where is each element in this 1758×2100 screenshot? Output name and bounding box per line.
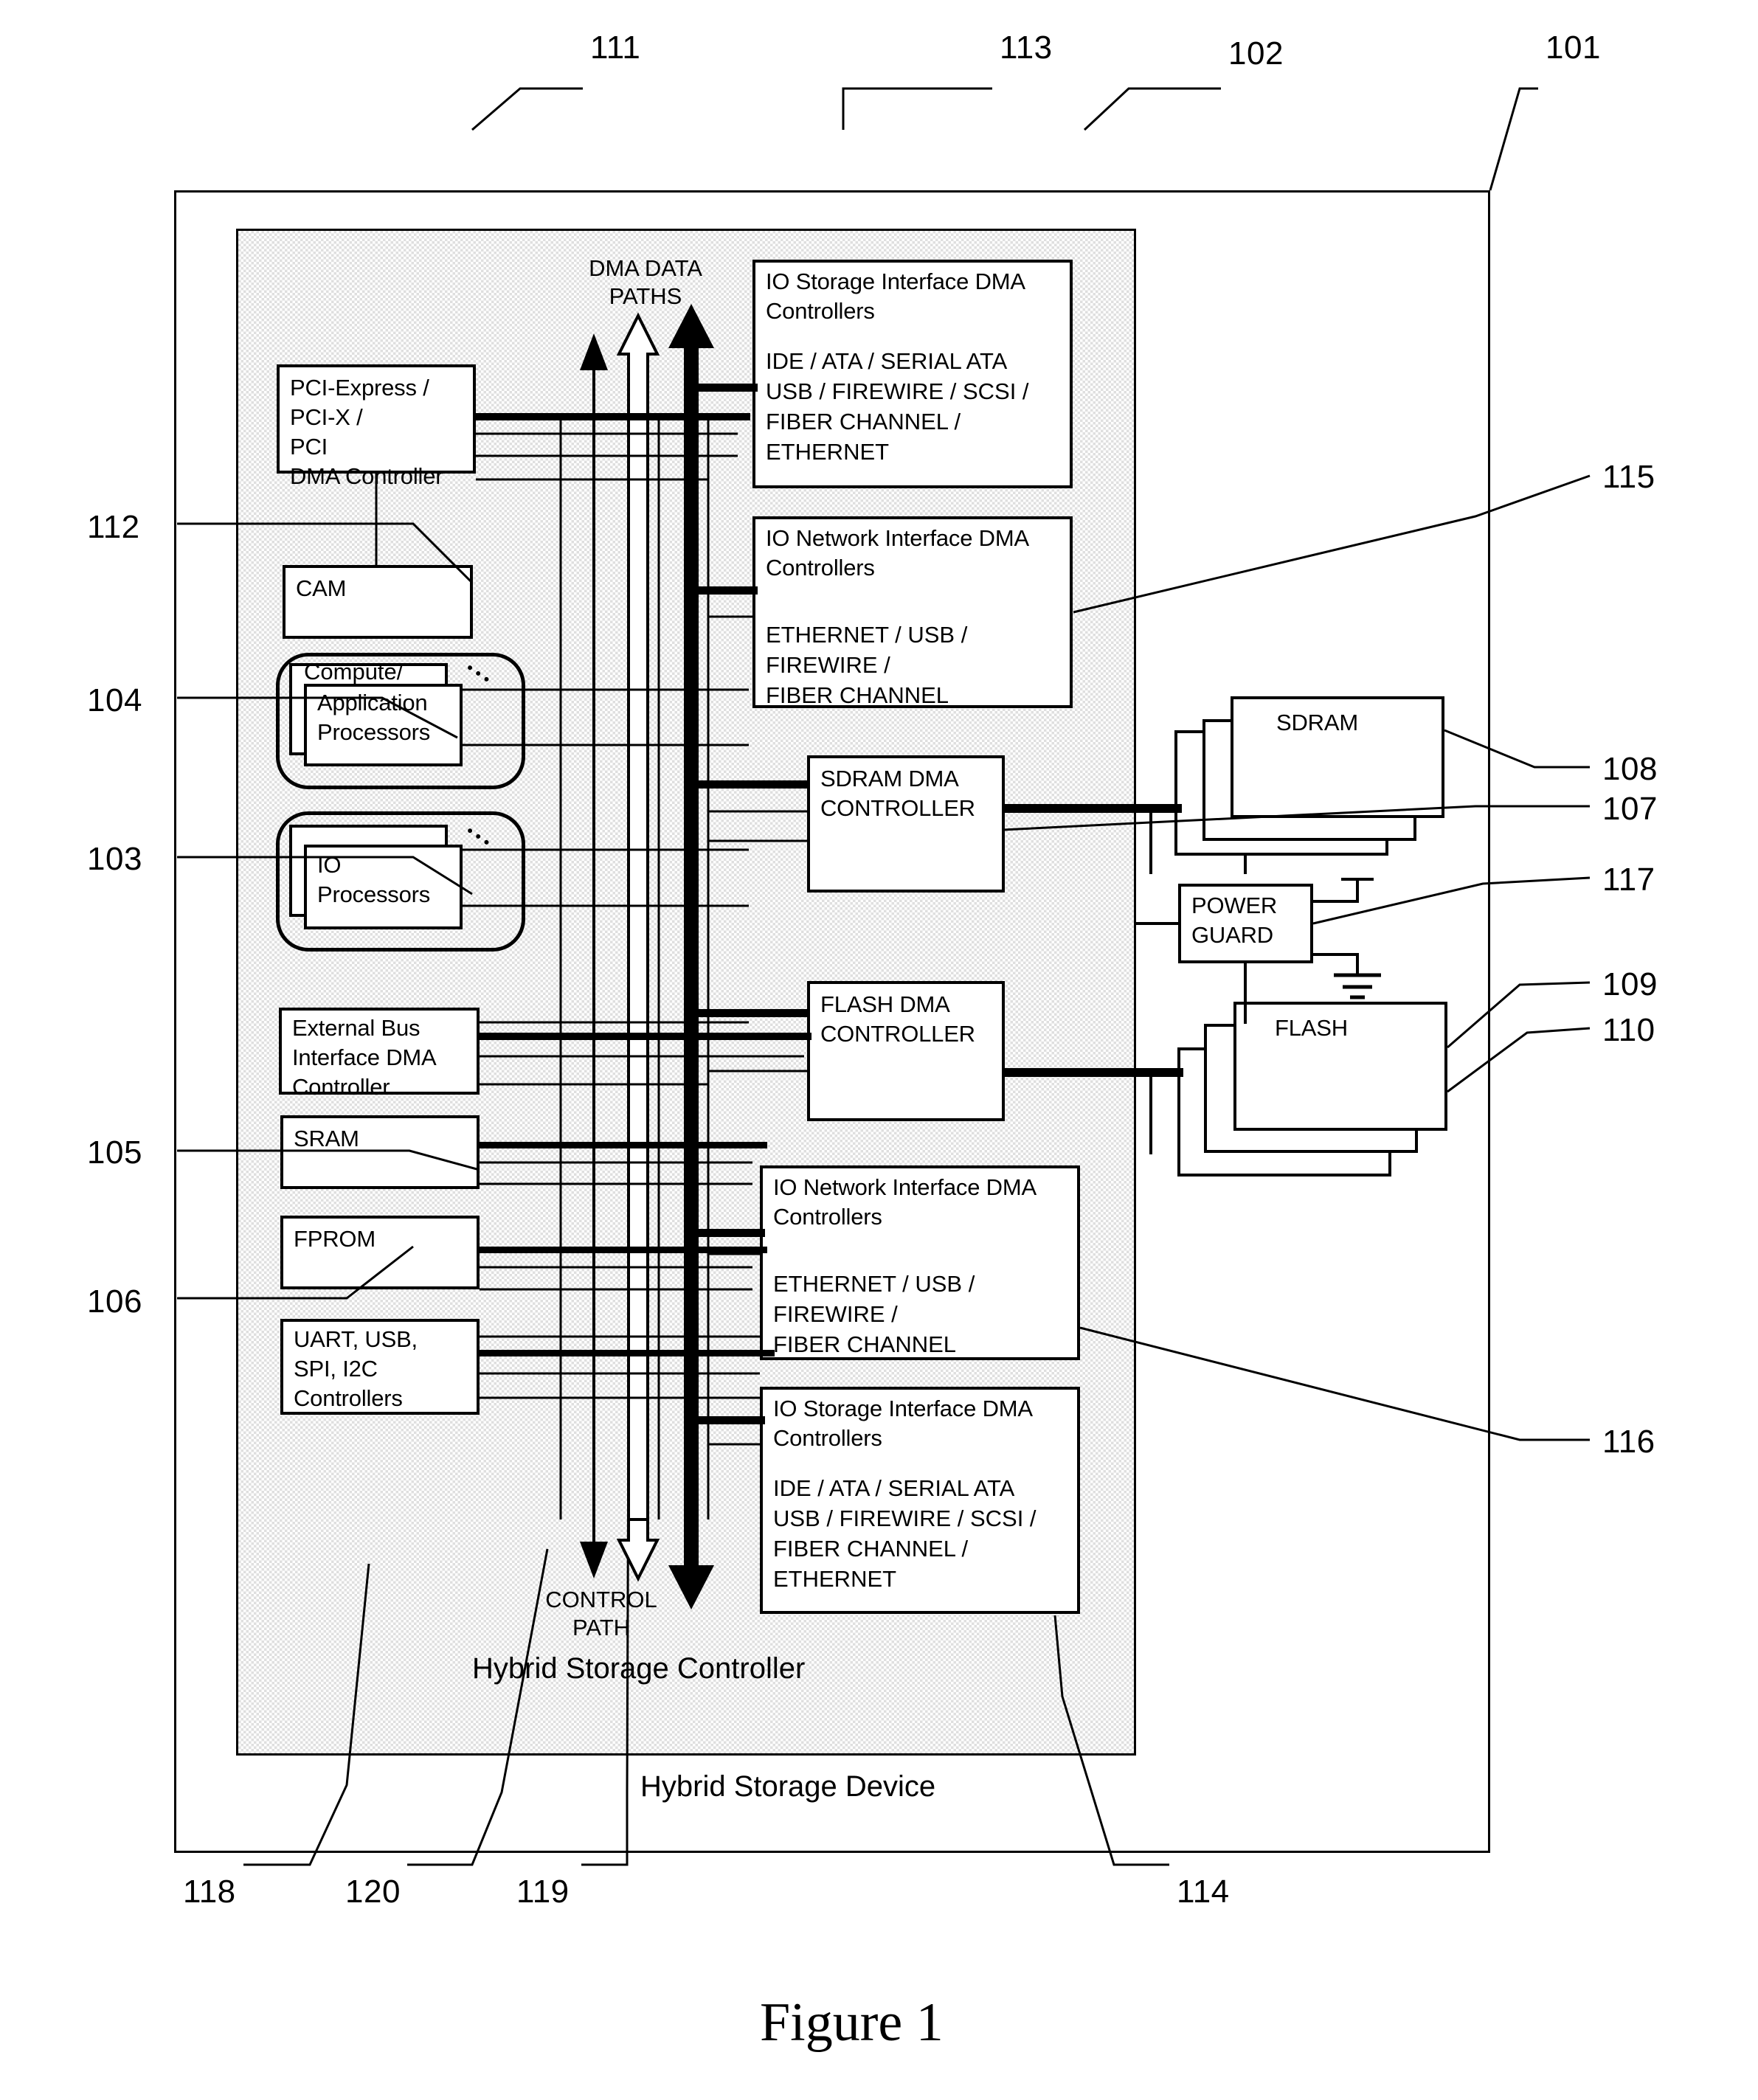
ref-115: 115 <box>1602 459 1655 495</box>
ref-113: 113 <box>1000 30 1053 66</box>
power-guard-block[interactable]: POWER GUARD <box>1178 884 1313 963</box>
compute-processors-label: Application Processors <box>317 690 431 745</box>
io-storage-interface-dma-top-title: IO Storage Interface DMA Controllers <box>766 268 1025 324</box>
sdram-block[interactable]: SDRAM <box>1231 696 1444 818</box>
ref-111: 111 <box>590 30 641 66</box>
ref-101: 101 <box>1546 30 1601 66</box>
compute-processors-top-label: Compute/ <box>304 659 404 685</box>
ref-105: 105 <box>87 1134 142 1171</box>
io-storage-interface-dma-bottom-block[interactable]: IO Storage Interface DMA Controllers IDE… <box>760 1387 1080 1614</box>
hybrid-storage-device-title: Hybrid Storage Device <box>640 1770 936 1803</box>
ref-117: 117 <box>1602 862 1655 898</box>
figure-caption: Figure 1 <box>760 1992 944 2053</box>
ref-114: 114 <box>1177 1874 1230 1910</box>
ref-118: 118 <box>183 1874 236 1910</box>
flash-block[interactable]: FLASH <box>1233 1002 1447 1131</box>
ref-103: 103 <box>87 841 142 877</box>
dma-data-paths-label: DMA DATA PATHS <box>589 255 702 309</box>
io-storage-interface-dma-bottom-detail: IDE / ATA / SERIAL ATA USB / FIREWIRE / … <box>773 1475 1037 1592</box>
compute-processors-block[interactable]: Application Processors <box>304 684 463 766</box>
io-storage-interface-dma-top-detail: IDE / ATA / SERIAL ATA USB / FIREWIRE / … <box>766 348 1029 465</box>
io-network-interface-dma-bottom-block[interactable]: IO Network Interface DMA Controllers ETH… <box>760 1165 1080 1360</box>
ref-102: 102 <box>1228 35 1284 72</box>
sram-label: SRAM <box>294 1126 359 1151</box>
ref-107: 107 <box>1602 791 1658 827</box>
sdram-dma-controller-block[interactable]: SDRAM DMA CONTROLLER <box>807 755 1005 893</box>
ref-112: 112 <box>87 509 140 545</box>
io-storage-interface-dma-bottom-title: IO Storage Interface DMA Controllers <box>773 1396 1033 1451</box>
io-processors-block[interactable]: IO Processors <box>304 845 463 929</box>
ref-104: 104 <box>87 682 142 718</box>
flash-dma-controller-block[interactable]: FLASH DMA CONTROLLER <box>807 981 1005 1121</box>
leader-102 <box>1083 87 1221 131</box>
flash-label: FLASH <box>1275 1015 1348 1041</box>
external-bus-interface-dma-label: External Bus Interface DMA Controller <box>292 1015 437 1100</box>
fprom-block[interactable]: FPROM <box>280 1216 480 1289</box>
uart-usb-spi-i2c-label: UART, USB, SPI, I2C Controllers <box>294 1326 418 1411</box>
ref-106: 106 <box>87 1283 142 1320</box>
io-network-interface-dma-bottom-detail: ETHERNET / USB / FIREWIRE / FIBER CHANNE… <box>773 1271 975 1357</box>
figure-canvas: PCI-Express / PCI-X / PCI DMA Controller… <box>0 0 1758 2100</box>
io-processors-label: IO Processors <box>317 852 431 907</box>
uart-usb-spi-i2c-block[interactable]: UART, USB, SPI, I2C Controllers <box>280 1319 480 1415</box>
sram-block[interactable]: SRAM <box>280 1115 480 1189</box>
ref-116: 116 <box>1602 1424 1655 1460</box>
leader-111 <box>471 87 583 131</box>
sdram-label: SDRAM <box>1276 710 1358 735</box>
fprom-label: FPROM <box>294 1226 376 1252</box>
io-network-interface-dma-bottom-title: IO Network Interface DMA Controllers <box>773 1174 1037 1230</box>
control-path-label: CONTROL PATH <box>545 1587 657 1640</box>
io-storage-interface-dma-top-block[interactable]: IO Storage Interface DMA Controllers IDE… <box>752 260 1073 488</box>
ref-119: 119 <box>516 1874 570 1910</box>
external-bus-interface-dma-block[interactable]: External Bus Interface DMA Controller <box>279 1008 480 1100</box>
cam-label: CAM <box>296 575 347 601</box>
ref-108: 108 <box>1602 751 1658 787</box>
hybrid-storage-controller-title: Hybrid Storage Controller <box>472 1652 806 1685</box>
flash-dma-controller-label: FLASH DMA CONTROLLER <box>820 991 975 1047</box>
pci-dma-controller-label: PCI-Express / PCI-X / PCI DMA Controller <box>290 375 443 489</box>
sdram-dma-controller-label: SDRAM DMA CONTROLLER <box>820 766 975 821</box>
power-guard-label: POWER GUARD <box>1191 893 1278 948</box>
ref-120: 120 <box>345 1874 401 1910</box>
leader-101 <box>1489 87 1538 191</box>
cam-block[interactable]: CAM <box>283 565 473 639</box>
io-network-interface-dma-top-block[interactable]: IO Network Interface DMA Controllers ETH… <box>752 516 1073 708</box>
io-network-interface-dma-top-detail: ETHERNET / USB / FIREWIRE / FIBER CHANNE… <box>766 622 968 708</box>
ref-109: 109 <box>1602 966 1658 1002</box>
io-network-interface-dma-top-title: IO Network Interface DMA Controllers <box>766 525 1029 581</box>
ref-110: 110 <box>1602 1012 1655 1048</box>
leader-113 <box>842 87 992 130</box>
pci-dma-controller-block[interactable]: PCI-Express / PCI-X / PCI DMA Controller <box>277 364 476 489</box>
